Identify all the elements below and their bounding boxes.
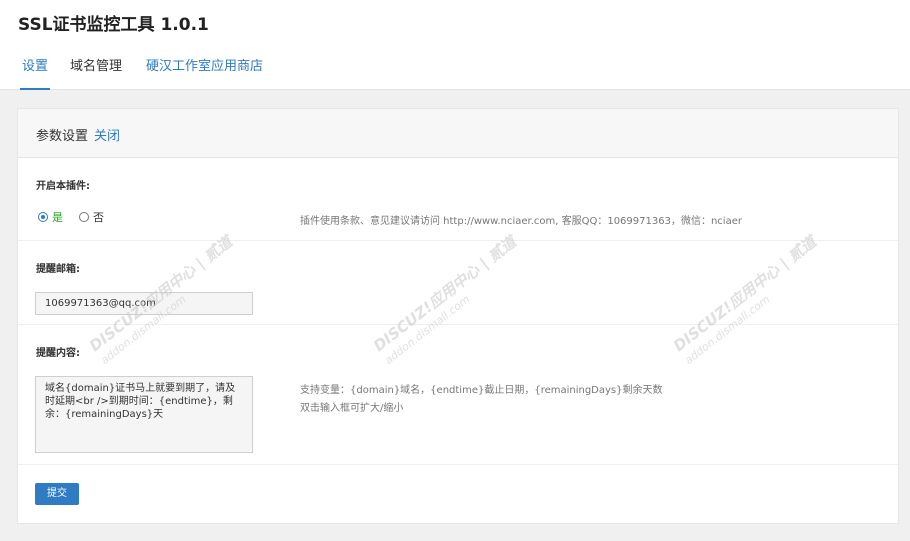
submit-button[interactable]: 提交 bbox=[35, 483, 79, 505]
tab-app-store[interactable]: 硬汉工作室应用商店 bbox=[146, 58, 263, 88]
watermark-logo: DISCUZ!应用中心 | 贰道 addon.dismall.com bbox=[670, 232, 820, 368]
enable-no-radio[interactable]: 否 bbox=[79, 209, 104, 225]
variables-hint: 支持变量：{domain}域名，{endtime}截止日期，{remaining… bbox=[300, 385, 663, 396]
tab-domain-management[interactable]: 域名管理 bbox=[70, 58, 122, 88]
top-bar: SSL证书监控工具 1.0.1 设置 域名管理 硬汉工作室应用商店 bbox=[0, 0, 910, 90]
settings-panel: 参数设置 关闭 开启本插件: 是 否 插件使用条款、意见建议请访问 http:/… bbox=[17, 108, 899, 524]
watermark-logo: DISCUZ!应用中心 | 贰道 addon.dismall.com bbox=[370, 232, 520, 368]
enable-plugin-label: 开启本插件: bbox=[36, 181, 90, 192]
divider bbox=[18, 464, 898, 465]
app-title: SSL证书监控工具 1.0.1 bbox=[18, 15, 209, 35]
content-label: 提醒内容: bbox=[36, 348, 80, 359]
terms-hint: 插件使用条款、意见建议请访问 http://www.nciaer.com, 客服… bbox=[300, 216, 742, 227]
tab-settings[interactable]: 设置 bbox=[20, 58, 51, 90]
radio-checked-icon bbox=[38, 212, 48, 222]
close-link[interactable]: 关闭 bbox=[94, 125, 120, 144]
email-label: 提醒邮箱: bbox=[36, 264, 80, 275]
resize-hint: 双击输入框可扩大/缩小 bbox=[300, 403, 404, 414]
content-textarea[interactable]: 域名{domain}证书马上就要到期了，请及时延期<br />到期时间：{end… bbox=[35, 376, 253, 453]
divider bbox=[18, 324, 898, 325]
watermark-logo: DISCUZ!应用中心 | 贰道 addon.dismall.com bbox=[86, 232, 236, 368]
panel-title: 参数设置 bbox=[36, 129, 89, 144]
radio-unchecked-icon bbox=[79, 212, 89, 222]
enable-no-label: 否 bbox=[93, 211, 104, 224]
panel-header: 参数设置 关闭 bbox=[18, 109, 898, 158]
divider bbox=[18, 240, 898, 241]
enable-yes-label: 是 bbox=[52, 211, 63, 224]
email-input[interactable]: 1069971363@qq.com bbox=[35, 292, 253, 315]
enable-yes-radio[interactable]: 是 bbox=[38, 209, 63, 225]
